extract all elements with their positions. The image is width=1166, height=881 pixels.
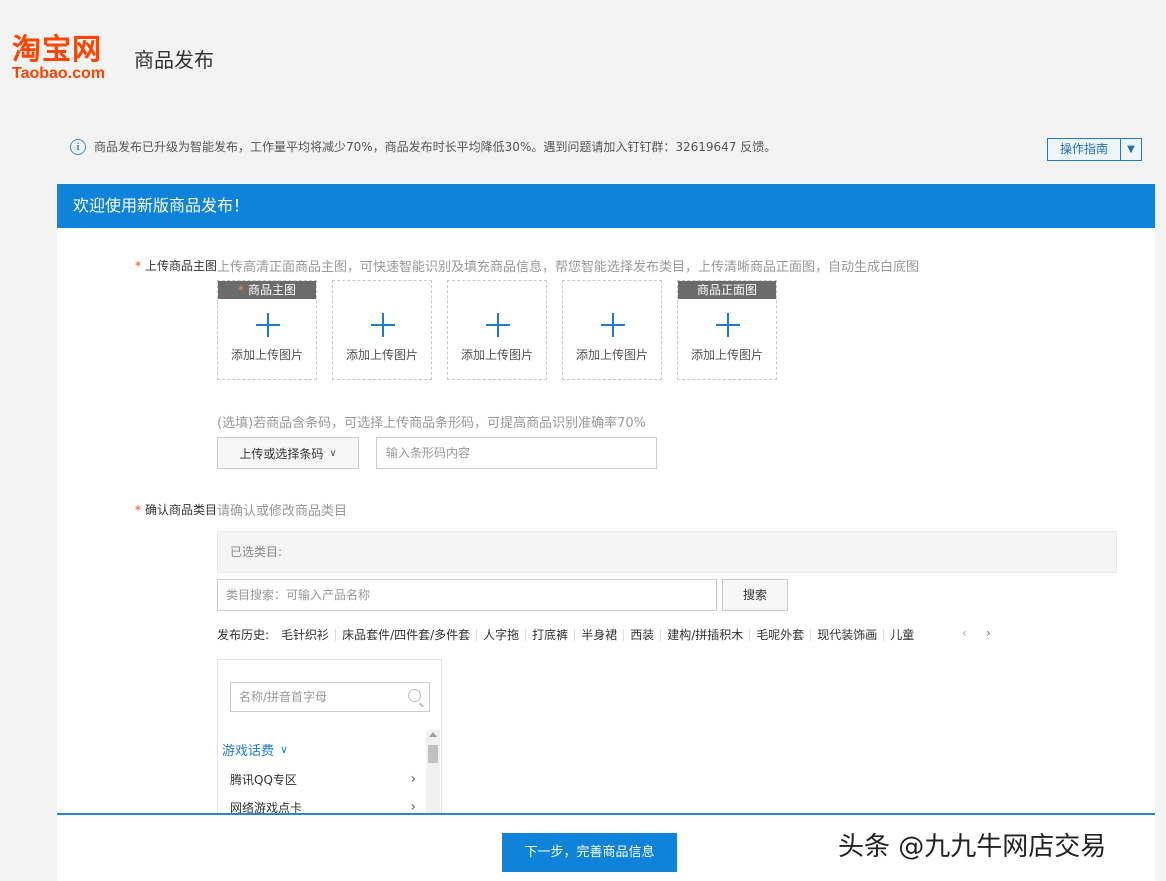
next-step-button[interactable]: 下一步，完善商品信息 xyxy=(502,833,677,872)
upload-row: * 商品主图 添加上传图片 添加上传图片 添加上传图片 添加上传图片 商品正面图 … xyxy=(217,280,792,380)
logo-en: Taobao.com xyxy=(12,65,106,82)
history-item[interactable]: 床品套件/四件套/多件套 xyxy=(336,628,478,641)
scroll-up-icon[interactable] xyxy=(429,732,437,737)
search-button[interactable]: 搜索 xyxy=(722,579,788,611)
barcode-hint: (选填)若商品含条码，可选择上传商品条形码，可提高商品识别准确率70% xyxy=(217,416,647,431)
watermark: 头条 @九九牛网店交易 xyxy=(838,832,1107,862)
history-item[interactable]: 半身裙 xyxy=(575,628,625,641)
history-item[interactable]: 西装 xyxy=(624,628,662,641)
scroll-thumb[interactable] xyxy=(428,745,438,763)
upload-text: 添加上传图片 xyxy=(345,348,418,362)
tree-group-label: 游戏话费 xyxy=(222,744,275,759)
upload-text: 添加上传图片 xyxy=(230,348,303,362)
plus-icon xyxy=(371,313,395,337)
publish-panel: 欢迎使用新版商品发布！ * 上传商品主图 上传高清正面商品主图，可快速智能识别及填… xyxy=(57,184,1155,881)
tree-item-label: 腾讯QQ专区 xyxy=(230,773,297,787)
guide-button[interactable]: 操作指南 ▼ xyxy=(1047,138,1143,161)
barcode-input[interactable]: 输入条形码内容 xyxy=(376,437,657,469)
guide-label[interactable]: 操作指南 xyxy=(1048,139,1122,160)
upload-slot-2[interactable]: 添加上传图片 xyxy=(332,280,432,380)
history-prev-icon[interactable]: ‹ xyxy=(962,626,967,640)
chevron-down-icon[interactable]: ▼ xyxy=(1121,139,1141,160)
header: 淘宝网 Taobao.com 商品发布 xyxy=(0,0,1166,110)
history-item[interactable]: 现代装饰画 xyxy=(811,628,885,641)
tree-search-placeholder: 名称/拼音首字母 xyxy=(239,690,328,704)
history-item[interactable]: 人字拖 xyxy=(477,628,527,641)
plus-icon xyxy=(601,313,625,337)
history-item[interactable]: 建构/拼插积木 xyxy=(661,628,751,641)
publish-history: 发布历史: 毛针织衫 床品套件/四件套/多件套 人字拖 打底裤 半身裙 西装 建… xyxy=(217,626,957,643)
tree-group-game[interactable]: 游戏话费 ∨ xyxy=(222,740,288,759)
history-label: 发布历史: xyxy=(217,628,270,642)
history-next-icon[interactable]: › xyxy=(986,626,991,640)
required-mark: * xyxy=(134,503,141,517)
main-image-hint: 上传高清正面商品主图，可快速智能识别及填充商品信息，帮您智能选择发布类目，上传清… xyxy=(217,260,920,275)
tree-search-input[interactable]: 名称/拼音首字母 xyxy=(230,682,430,712)
notice-text: 商品发布已升级为智能发布，工作量平均将减少70%，商品发布时长平均降低30%。遇… xyxy=(94,140,777,154)
upload-slot-3[interactable]: 添加上传图片 xyxy=(447,280,547,380)
welcome-banner: 欢迎使用新版商品发布！ xyxy=(57,184,1155,228)
history-item[interactable]: 儿童 xyxy=(884,629,920,641)
tree-item[interactable]: 腾讯QQ专区 › xyxy=(230,771,416,788)
info-icon: i xyxy=(70,138,86,155)
upload-slot-4[interactable]: 添加上传图片 xyxy=(562,280,662,380)
upload-slot-5[interactable]: 商品正面图 添加上传图片 xyxy=(677,280,777,380)
category-label: * 确认商品类目 xyxy=(134,503,217,517)
main-image-label: * 上传商品主图 xyxy=(134,259,217,273)
search-icon xyxy=(408,689,421,702)
upload-slot-1[interactable]: * 商品主图 添加上传图片 xyxy=(217,280,317,380)
plus-icon xyxy=(256,313,280,337)
history-item[interactable]: 毛针织衫 xyxy=(275,628,337,641)
taobao-logo[interactable]: 淘宝网 Taobao.com xyxy=(12,33,105,83)
history-item[interactable]: 打底裤 xyxy=(526,628,576,641)
history-item[interactable]: 毛呢外套 xyxy=(750,628,812,641)
logo-cn: 淘宝网 xyxy=(12,32,103,66)
notice-bar: i 商品发布已升级为智能发布，工作量平均将减少70%，商品发布时长平均降低30%… xyxy=(70,138,776,155)
page-title: 商品发布 xyxy=(134,48,214,72)
plus-icon xyxy=(486,313,510,337)
category-hint: 请确认或修改商品类目 xyxy=(217,504,348,519)
upload-tag: * 商品主图 xyxy=(218,281,316,299)
category-search-input[interactable]: 类目搜索：可输入产品名称 xyxy=(217,579,717,611)
barcode-select-button[interactable]: 上传或选择条码 ∨ xyxy=(217,437,359,469)
upload-text: 添加上传图片 xyxy=(575,348,648,362)
upload-text: 添加上传图片 xyxy=(690,348,763,362)
chevron-down-icon: ∨ xyxy=(280,743,289,756)
required-mark: * xyxy=(134,259,141,273)
upload-text: 添加上传图片 xyxy=(460,348,533,362)
upload-tag: 商品正面图 xyxy=(678,281,776,299)
selected-category-box: 已选类目: xyxy=(217,531,1117,573)
plus-icon xyxy=(716,313,740,337)
chevron-right-icon: › xyxy=(410,771,416,787)
barcode-button-label: 上传或选择条码 xyxy=(239,446,324,461)
chevron-down-icon: ∨ xyxy=(329,447,337,459)
